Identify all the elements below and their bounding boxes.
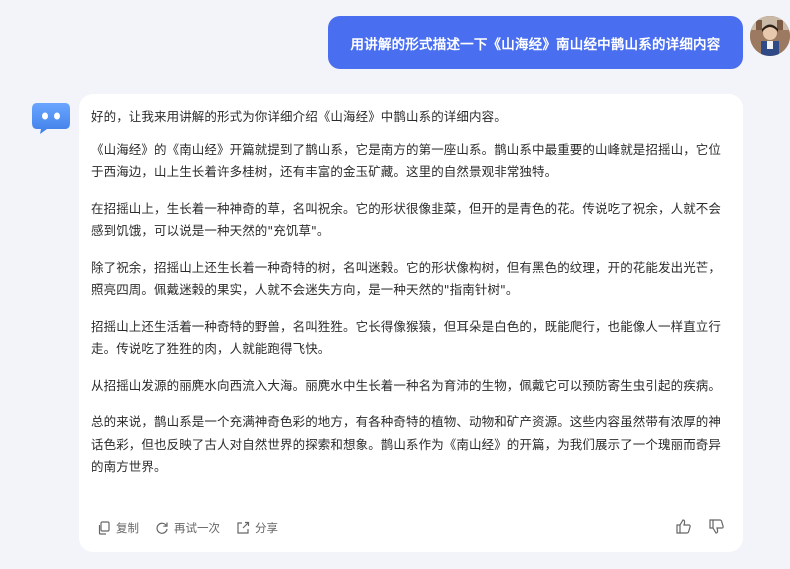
copy-button[interactable]: 复制 <box>97 520 139 536</box>
share-label: 分享 <box>255 521 278 535</box>
assistant-paragraph: 招摇山上还生活着一种奇特的野兽，名叫狌狌。它长得像猴猿，但耳朵是白色的，既能爬行… <box>91 318 722 357</box>
message-action-bar: 复制 再试一次 分享 <box>97 518 725 538</box>
assistant-paragraph: 《山海经》的《南山经》开篇就提到了鹊山系，它是南方的第一座山系。鹊山系中最重要的… <box>91 141 722 180</box>
assistant-avatar-icon <box>31 99 71 135</box>
assistant-paragraph: 除了祝余，招摇山上还生长着一种奇特的树，名叫迷榖。它的形状像构树，但有黑色的纹理… <box>91 259 722 298</box>
assistant-paragraph: 好的，让我来用讲解的形式为你详细介绍《山海经》中鹊山系的详细内容。 <box>91 109 507 124</box>
user-avatar[interactable] <box>750 16 790 56</box>
copy-label: 复制 <box>116 521 139 535</box>
feedback-group <box>659 518 725 539</box>
assistant-message-card: 好的，让我来用讲解的形式为你详细介绍《山海经》中鹊山系的详细内容。 《山海经》的… <box>79 94 743 552</box>
assistant-paragraph: 在招摇山上，生长着一种神奇的草，名叫祝余。它的形状很像韭菜，但开的是青色的花。传… <box>91 200 722 239</box>
user-message-bubble: 用讲解的形式描述一下《山海经》南山经中鹊山系的详细内容 <box>328 16 743 69</box>
share-icon <box>237 521 250 534</box>
assistant-paragraph: 总的来说，鹊山系是一个充满神奇色彩的地方，有各种奇特的植物、动物和矿产资源。这些… <box>91 414 722 474</box>
retry-icon <box>156 522 168 534</box>
retry-button[interactable]: 再试一次 <box>155 520 220 536</box>
copy-icon <box>98 521 110 535</box>
share-button[interactable]: 分享 <box>236 520 278 536</box>
user-message-text: 用讲解的形式描述一下《山海经》南山经中鹊山系的详细内容 <box>350 36 721 53</box>
thumbs-down-icon[interactable] <box>708 518 725 539</box>
user-message-row: 用讲解的形式描述一下《山海经》南山经中鹊山系的详细内容 <box>0 16 790 70</box>
retry-label: 再试一次 <box>174 521 220 535</box>
thumbs-up-icon[interactable] <box>675 518 692 539</box>
assistant-paragraph: 从招摇山发源的丽麂水向西流入大海。丽麂水中生长着一种名为育沛的生物，佩戴它可以预… <box>91 377 722 393</box>
